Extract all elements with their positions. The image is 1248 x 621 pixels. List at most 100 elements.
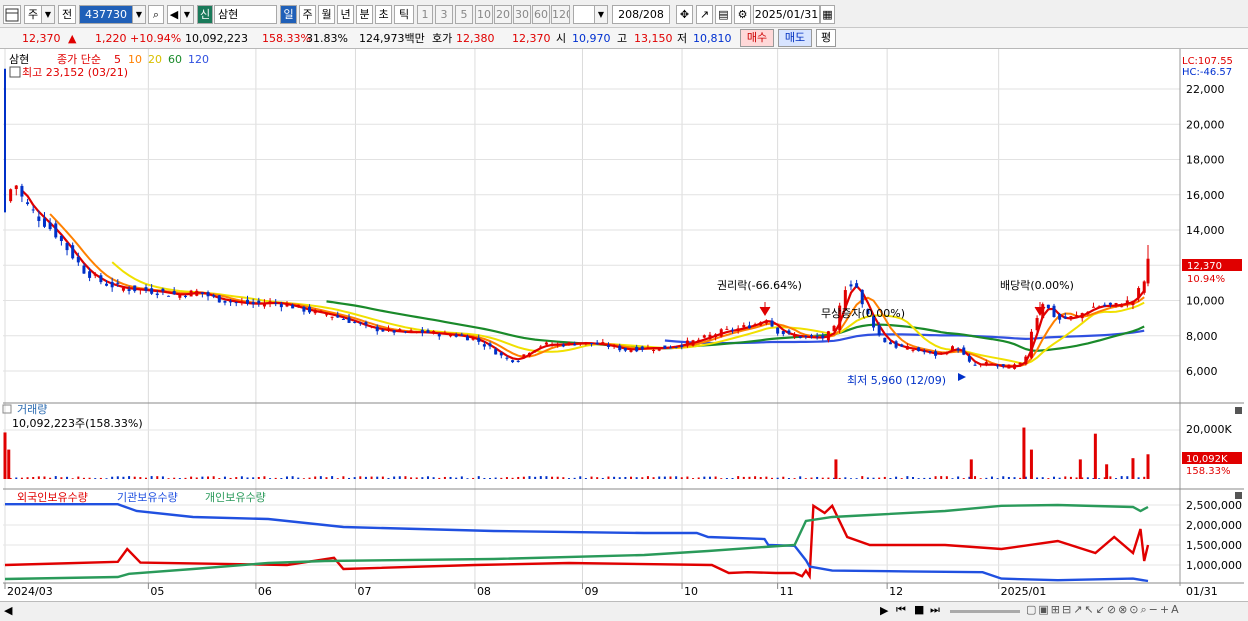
stop-icon[interactable]: ■ xyxy=(914,603,924,616)
interval-20[interactable]: 20 xyxy=(494,5,512,24)
candle-body xyxy=(928,351,932,353)
period-month[interactable]: 월 xyxy=(318,5,335,24)
candle-body xyxy=(308,306,312,313)
candle-body xyxy=(26,202,30,205)
candle-body xyxy=(798,336,802,339)
volume-bar xyxy=(387,477,390,479)
volume-bar xyxy=(1143,476,1146,479)
volume-bar xyxy=(816,476,819,479)
volume-bar xyxy=(229,477,232,479)
candle-body xyxy=(934,351,938,356)
volume-bar xyxy=(787,478,790,479)
average-button[interactable]: 평 xyxy=(816,29,836,47)
period-tick[interactable]: 틱 xyxy=(394,5,414,24)
interval-5[interactable]: 5 xyxy=(455,5,473,24)
volume-bar xyxy=(88,477,91,479)
volume-bar xyxy=(94,478,97,479)
data-count: 208/208 xyxy=(612,5,670,24)
code-input[interactable]: 437730 xyxy=(79,5,133,24)
period-minute[interactable]: 분 xyxy=(356,5,373,24)
scroll-left-icon[interactable]: ◀ xyxy=(4,604,12,617)
gear-icon[interactable]: ⚙ xyxy=(734,5,751,24)
search-icon[interactable]: ⌕ xyxy=(148,5,164,24)
candle-body xyxy=(183,295,187,297)
speaker-icon[interactable]: ◀ xyxy=(167,5,181,24)
candle-body xyxy=(1001,364,1005,367)
speaker-dropdown[interactable]: ▼ xyxy=(181,5,194,24)
candle-body xyxy=(1013,364,1017,369)
candle-body xyxy=(1114,302,1118,306)
chart-layout-icon[interactable] xyxy=(3,5,21,24)
volume-bar xyxy=(810,477,813,479)
code-dropdown[interactable]: ▼ xyxy=(133,5,146,24)
volume-panel-close-icon[interactable] xyxy=(1235,407,1242,414)
candle-body xyxy=(956,349,960,351)
candle-body xyxy=(849,284,853,287)
period-year[interactable]: 년 xyxy=(337,5,354,24)
candle-body xyxy=(443,332,447,334)
candle-body xyxy=(420,329,424,333)
sell-button[interactable]: 매도 xyxy=(778,29,812,47)
scroll-bar[interactable]: ◀ ▶ ⏮ ■ ⏭ ▢▣⊞⊟↗↖↙⊘⊗⊙⌕−+A xyxy=(0,601,1248,621)
candle-body xyxy=(460,334,464,336)
zoom-slider[interactable] xyxy=(950,610,1020,613)
candle-body xyxy=(167,295,171,297)
forward-icon[interactable]: ⏭ xyxy=(930,603,940,617)
draw-tool-icon[interactable]: ↗ xyxy=(696,5,713,24)
candle-body xyxy=(753,324,757,326)
tool-icons[interactable]: ▢▣⊞⊟↗↖↙⊘⊗⊙⌕−+A xyxy=(1026,603,1181,617)
volume-bar xyxy=(652,477,655,479)
period-day[interactable]: 일 xyxy=(280,5,297,24)
candle-body xyxy=(14,185,18,190)
calendar-icon[interactable]: ▦ xyxy=(820,5,835,24)
volume-bar xyxy=(426,476,429,479)
volume-bar xyxy=(466,478,469,479)
volume-bar xyxy=(539,476,542,479)
volume-bar xyxy=(759,477,762,479)
buy-button[interactable]: 매수 xyxy=(740,29,774,47)
save-icon[interactable]: ▤ xyxy=(715,5,732,24)
interval-60[interactable]: 60 xyxy=(532,5,550,24)
interval-120[interactable]: 120 xyxy=(551,5,570,24)
interval-3[interactable]: 3 xyxy=(435,5,453,24)
ma10-legend: 10 xyxy=(128,53,142,66)
volume-bar xyxy=(190,476,193,479)
rewind-icon[interactable]: ⏮ xyxy=(896,603,906,617)
up-arrow-icon: ▲ xyxy=(68,32,77,45)
holdings-legend-foreign: 외국인보유수량 xyxy=(17,491,88,504)
volume-bar xyxy=(618,477,621,479)
market-select[interactable]: 주 xyxy=(24,5,42,24)
interval-input[interactable] xyxy=(573,5,595,24)
volume-bar xyxy=(223,476,226,479)
volume-bar xyxy=(82,477,85,479)
crosshair-icon[interactable]: ✥ xyxy=(676,5,693,24)
interval-10[interactable]: 10 xyxy=(475,5,493,24)
holdings-panel-close-icon[interactable] xyxy=(1235,492,1242,499)
ma60-legend: 60 xyxy=(168,53,182,66)
interval-30[interactable]: 30 xyxy=(513,5,531,24)
candle-body xyxy=(172,291,176,295)
volume-bar xyxy=(173,477,176,479)
candle-body xyxy=(370,326,374,328)
candle-body xyxy=(324,314,328,316)
scroll-right-icon[interactable]: ▶ xyxy=(880,604,888,617)
candle-body xyxy=(821,335,825,339)
volume-bar xyxy=(308,477,311,479)
candle-body xyxy=(426,330,430,334)
period-week[interactable]: 주 xyxy=(299,5,316,24)
volume-bar xyxy=(934,476,937,479)
market-dropdown[interactable]: ▼ xyxy=(42,5,55,24)
prev-button[interactable]: 전 xyxy=(58,5,76,24)
candle-body xyxy=(127,289,131,292)
interval-dropdown[interactable]: ▼ xyxy=(595,5,608,24)
date-input[interactable]: 2025/01/31 xyxy=(753,5,820,24)
candle-body xyxy=(635,346,639,352)
interval-1[interactable]: 1 xyxy=(417,5,433,24)
stock-name-field[interactable]: 삼현 xyxy=(214,5,277,24)
volume-percent-tag: 158.33% xyxy=(1186,466,1231,477)
period-second[interactable]: 초 xyxy=(375,5,392,24)
chart-area[interactable]: 22,00020,00018,00016,00014,00012,00010,0… xyxy=(0,49,1248,601)
min-price-label: 최저 5,960 (12/09) xyxy=(847,374,946,387)
volume-bar xyxy=(178,478,181,479)
volume-bar xyxy=(212,476,215,479)
